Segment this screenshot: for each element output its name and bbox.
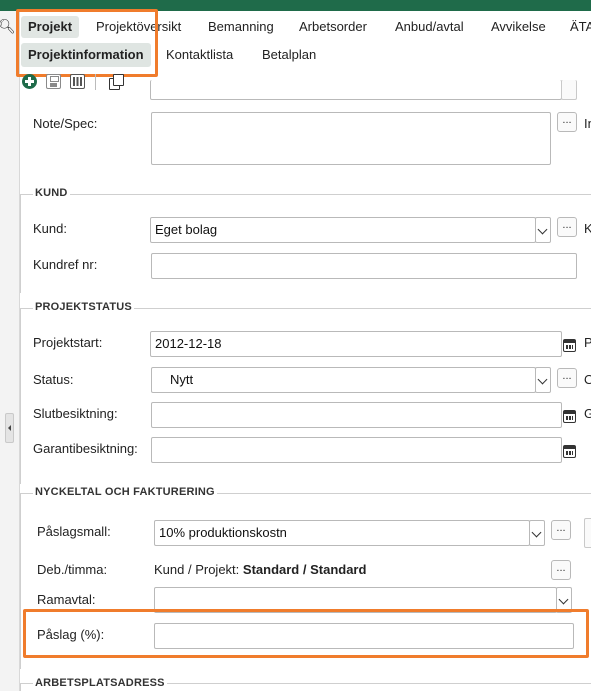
- tab-projektoversikt[interactable]: Projektöversikt: [96, 16, 181, 38]
- kund-select[interactable]: Eget bolag: [150, 217, 536, 243]
- tab-kontaktlista[interactable]: Kontaktlista: [166, 43, 233, 67]
- garantibesiktning-input[interactable]: [151, 437, 562, 463]
- paslagsmall-ellipsis-button[interactable]: ...: [551, 520, 571, 540]
- collapse-panel-handle[interactable]: [5, 413, 14, 443]
- ramavtal-dropdown-button[interactable]: [556, 587, 572, 613]
- tab-projekt[interactable]: Projekt: [21, 16, 80, 38]
- status-select[interactable]: Nytt: [151, 367, 536, 393]
- section-nyckeltal-title: NYCKELTAL OCH FAKTURERING: [33, 486, 217, 498]
- ramavtal-label: Ramavtal:: [37, 592, 96, 607]
- tab-arbetsorder[interactable]: Arbetsorder: [299, 16, 367, 38]
- slutbesiktning-input[interactable]: [151, 402, 562, 428]
- projektstart-input[interactable]: 2012-12-18: [150, 331, 562, 357]
- add-icon[interactable]: [22, 74, 37, 89]
- tab-projektinformation[interactable]: Projektinformation: [21, 43, 151, 67]
- top-app-bar: [0, 0, 591, 11]
- slutbesiktning-calendar-icon[interactable]: [563, 409, 576, 423]
- scrolled-field-top[interactable]: [150, 80, 562, 100]
- deb-timma-value: Kund / Projekt: Standard / Standard: [154, 562, 366, 577]
- status-dropdown-button[interactable]: [535, 367, 551, 393]
- sub-tab-bar: Projektinformation Kontaktlista Betalpla…: [20, 41, 591, 71]
- garantibesiktning-label: Garantibesiktning:: [33, 441, 138, 456]
- paslag-label: Påslag (%):: [37, 627, 105, 642]
- status-label: Status:: [33, 372, 74, 387]
- scrolled-field-button[interactable]: [561, 80, 577, 100]
- status-ellipsis-button[interactable]: ...: [557, 368, 577, 388]
- deb-timma-label: Deb./timma:: [37, 562, 108, 577]
- cut-label-o: O: [584, 372, 591, 387]
- search-icon[interactable]: 🔍︎: [0, 18, 16, 35]
- cut-edge-button[interactable]: [584, 518, 591, 548]
- section-arbetsplatsadress-title: ARBETSPLATSADRESS: [33, 677, 167, 689]
- projektstart-label: Projektstart:: [33, 335, 103, 350]
- kundref-label: Kundref nr:: [33, 257, 98, 272]
- main-tab-bar: Projekt Projektöversikt Bemanning Arbets…: [20, 11, 591, 41]
- note-spec-textarea[interactable]: [151, 112, 551, 165]
- tab-ata[interactable]: ÄTA: [570, 16, 591, 38]
- projektstart-calendar-icon[interactable]: [563, 338, 576, 352]
- ramavtal-select[interactable]: [154, 587, 557, 613]
- kundref-input[interactable]: [151, 253, 577, 279]
- tab-betalplan[interactable]: Betalplan: [262, 43, 316, 67]
- copy-icon[interactable]: [109, 74, 124, 90]
- deb-timma-ellipsis-button[interactable]: ...: [551, 560, 571, 580]
- deb-timma-standard: Standard / Standard: [242, 562, 367, 577]
- left-side-strip: 🔍︎: [0, 11, 20, 691]
- tab-anbud-avtal[interactable]: Anbud/avtal: [395, 16, 464, 38]
- section-arbetsplatsadress: ARBETSPLATSADRESS: [20, 677, 591, 691]
- paslagsmall-dropdown-button[interactable]: [529, 520, 545, 546]
- toolbar-divider: [95, 74, 96, 90]
- delete-icon[interactable]: [70, 74, 85, 89]
- note-spec-label: Note/Spec:: [33, 116, 98, 131]
- paslag-input[interactable]: [154, 623, 574, 649]
- garantibesiktning-calendar-icon[interactable]: [563, 444, 576, 458]
- kund-ellipsis-button[interactable]: ...: [557, 217, 577, 237]
- kund-dropdown-button[interactable]: [535, 217, 551, 243]
- paslagsmall-select[interactable]: 10% produktionskostn: [154, 520, 530, 546]
- cut-label-g: G: [584, 406, 591, 421]
- kund-label: Kund:: [33, 221, 67, 236]
- paslagsmall-label: Påslagsmall:: [37, 524, 111, 539]
- cut-label-p: P: [584, 335, 591, 350]
- slutbesiktning-label: Slutbesiktning:: [33, 406, 118, 421]
- deb-timma-prefix: Kund / Projekt:: [154, 562, 240, 577]
- note-spec-ellipsis-button[interactable]: ...: [557, 112, 577, 132]
- save-icon[interactable]: [46, 74, 61, 89]
- cut-label-in: In: [584, 116, 591, 131]
- section-projektstatus-title: PROJEKTSTATUS: [33, 301, 134, 313]
- section-kund-title: KUND: [33, 187, 70, 199]
- cut-label-k: K: [584, 221, 591, 236]
- tab-bemanning[interactable]: Bemanning: [208, 16, 274, 38]
- tab-avvikelse[interactable]: Avvikelse: [491, 16, 546, 38]
